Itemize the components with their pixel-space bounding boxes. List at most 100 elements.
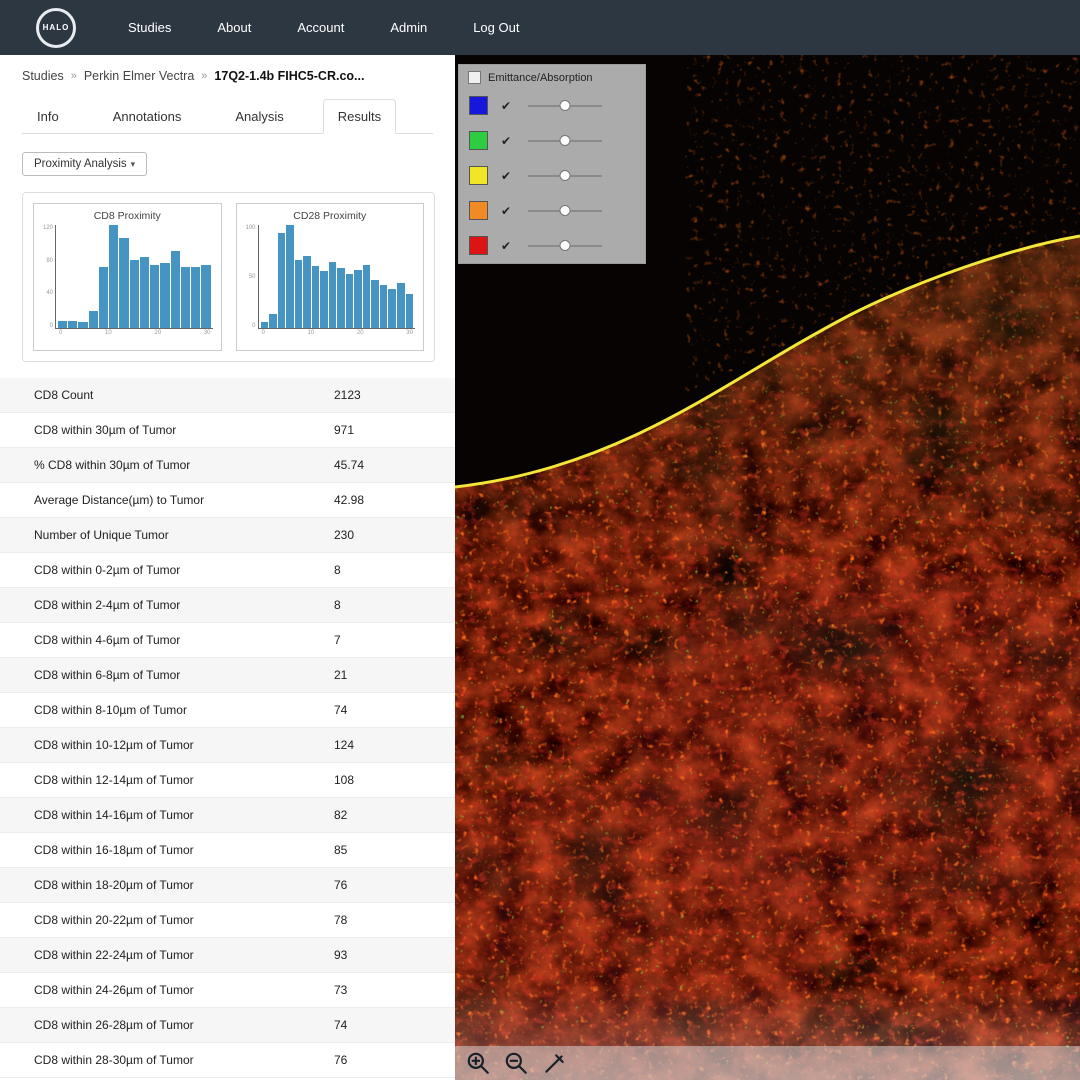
channel-row: ✔ <box>459 228 645 263</box>
slide-viewer[interactable]: Emittance/Absorption ✔ ✔ ✔ ✔ ✔ <box>455 55 1080 1080</box>
nav-menu: Studies About Account Admin Log Out <box>128 20 519 35</box>
result-label: CD8 within 10-12µm of Tumor <box>34 738 194 752</box>
zoom-in-button[interactable] <box>463 1048 493 1078</box>
channel-check-icon[interactable]: ✔ <box>501 99 511 113</box>
table-row: CD8 within 8-10µm of Tumor 74 <box>0 693 455 728</box>
nav-item[interactable]: Studies <box>128 20 171 35</box>
result-value: 21 <box>334 668 348 682</box>
chart-cd8-proximity: CD8 Proximity 120 80 40 0 0 10 20 30 <box>33 203 222 351</box>
breadcrumb-studies[interactable]: Studies <box>22 69 64 83</box>
result-value: 42.98 <box>334 493 365 507</box>
zoom-out-icon <box>505 1052 527 1074</box>
channel-opacity-slider[interactable] <box>528 169 603 181</box>
analysis-type-dropdown[interactable]: Proximity Analysis ▾ <box>22 152 148 176</box>
slider-thumb[interactable] <box>559 169 571 181</box>
result-value: 85 <box>334 843 348 857</box>
channel-panel-checkbox[interactable] <box>468 71 481 84</box>
channel-opacity-slider[interactable] <box>528 204 603 216</box>
tab-label: Results <box>337 109 382 124</box>
halo-logo[interactable]: HALO <box>36 7 76 48</box>
nav-item[interactable]: About <box>217 20 251 35</box>
table-row: Average Distance(µm) to Tumor 42.98 <box>0 483 455 518</box>
result-label: CD8 within 4-6µm of Tumor <box>34 633 181 647</box>
nav-item[interactable]: Admin <box>390 20 427 35</box>
analysis-type-label: Proximity Analysis <box>34 158 127 170</box>
channel-color-swatch[interactable] <box>469 96 488 115</box>
table-row: CD8 Count 2123 <box>0 378 455 413</box>
result-label: CD8 within 18-20µm of Tumor <box>34 878 194 892</box>
table-row: CD8 within 2-4µm of Tumor 8 <box>0 588 455 623</box>
chart-plot <box>55 225 213 329</box>
chart-y-axis: 100 50 0 <box>245 225 256 329</box>
tab[interactable]: Annotations <box>98 99 197 134</box>
table-row: Number of Unique Tumor 230 <box>0 518 455 553</box>
caret-down-icon: ▾ <box>130 159 136 169</box>
chart-title: CD28 Proximity <box>293 210 367 222</box>
channel-panel: Emittance/Absorption ✔ ✔ ✔ ✔ ✔ <box>458 64 646 264</box>
channel-color-swatch[interactable] <box>469 201 488 220</box>
tab[interactable]: Results <box>322 99 397 134</box>
chart-cd28-proximity: CD28 Proximity 100 50 0 0 10 20 30 <box>235 203 424 351</box>
result-label: CD8 within 2-4µm of Tumor <box>34 598 181 612</box>
logo-text: HALO <box>42 23 70 32</box>
breadcrumb-separator: » <box>201 70 208 82</box>
result-value: 8 <box>334 598 341 612</box>
slider-thumb[interactable] <box>559 99 571 111</box>
annotation-pen-button[interactable] <box>539 1048 569 1078</box>
result-label: CD8 within 8-10µm of Tumor <box>34 703 187 717</box>
result-value: 971 <box>334 423 355 437</box>
result-value: 124 <box>334 738 355 752</box>
channel-opacity-slider[interactable] <box>528 239 603 251</box>
breadcrumb-study[interactable]: Perkin Elmer Vectra <box>84 69 194 83</box>
chart-y-axis: 120 80 40 0 <box>42 225 53 329</box>
result-value: 2123 <box>334 388 361 402</box>
tab[interactable]: Analysis <box>220 99 298 134</box>
breadcrumb-separator: » <box>70 70 77 82</box>
channel-list: ✔ ✔ ✔ ✔ ✔ <box>459 88 645 263</box>
slider-thumb[interactable] <box>559 239 571 251</box>
zoom-out-button[interactable] <box>501 1048 531 1078</box>
result-label: Number of Unique Tumor <box>34 528 169 542</box>
channel-row: ✔ <box>459 88 645 123</box>
table-row: % CD8 within 30µm of Tumor 45.74 <box>0 448 455 483</box>
result-label: % CD8 within 30µm of Tumor <box>34 458 191 472</box>
slider-thumb[interactable] <box>559 134 571 146</box>
result-label: CD8 within 20-22µm of Tumor <box>34 913 194 927</box>
channel-check-icon[interactable]: ✔ <box>501 239 511 253</box>
channel-color-swatch[interactable] <box>469 236 488 255</box>
chart-x-axis: 0 10 20 30 <box>261 330 413 336</box>
result-value: 8 <box>334 563 341 577</box>
result-value: 76 <box>334 1053 348 1067</box>
channel-opacity-slider[interactable] <box>528 99 603 111</box>
result-value: 78 <box>334 913 348 927</box>
result-label: CD8 within 22-24µm of Tumor <box>34 948 194 962</box>
result-label: CD8 within 30µm of Tumor <box>34 423 177 437</box>
channel-check-icon[interactable]: ✔ <box>501 169 511 183</box>
top-navigation: HALO Studies About Account Admin Log Out <box>0 0 1080 55</box>
result-value: 230 <box>334 528 355 542</box>
result-value: 7 <box>334 633 341 647</box>
viewer-toolbar <box>455 1046 1080 1080</box>
channel-color-swatch[interactable] <box>469 166 488 185</box>
result-value: 73 <box>334 983 348 997</box>
channel-check-icon[interactable]: ✔ <box>501 134 511 148</box>
tab[interactable]: Info <box>22 99 74 134</box>
result-label: Average Distance(µm) to Tumor <box>34 493 205 507</box>
results-table: CD8 Count 2123 CD8 within 30µm of Tumor … <box>0 378 455 1078</box>
channel-color-swatch[interactable] <box>469 131 488 150</box>
slider-thumb[interactable] <box>559 204 571 216</box>
table-row: CD8 within 10-12µm of Tumor 124 <box>0 728 455 763</box>
channel-row: ✔ <box>459 158 645 193</box>
result-value: 74 <box>334 1018 348 1032</box>
table-row: CD8 within 14-16µm of Tumor 82 <box>0 798 455 833</box>
table-row: CD8 within 24-26µm of Tumor 73 <box>0 973 455 1008</box>
table-row: CD8 within 26-28µm of Tumor 74 <box>0 1008 455 1043</box>
result-value: 108 <box>334 773 355 787</box>
table-row: CD8 within 6-8µm of Tumor 21 <box>0 658 455 693</box>
channel-opacity-slider[interactable] <box>528 134 603 146</box>
nav-item[interactable]: Log Out <box>473 20 519 35</box>
channel-check-icon[interactable]: ✔ <box>501 204 511 218</box>
table-row: CD8 within 4-6µm of Tumor 7 <box>0 623 455 658</box>
table-row: CD8 within 20-22µm of Tumor 78 <box>0 903 455 938</box>
nav-item[interactable]: Account <box>297 20 344 35</box>
